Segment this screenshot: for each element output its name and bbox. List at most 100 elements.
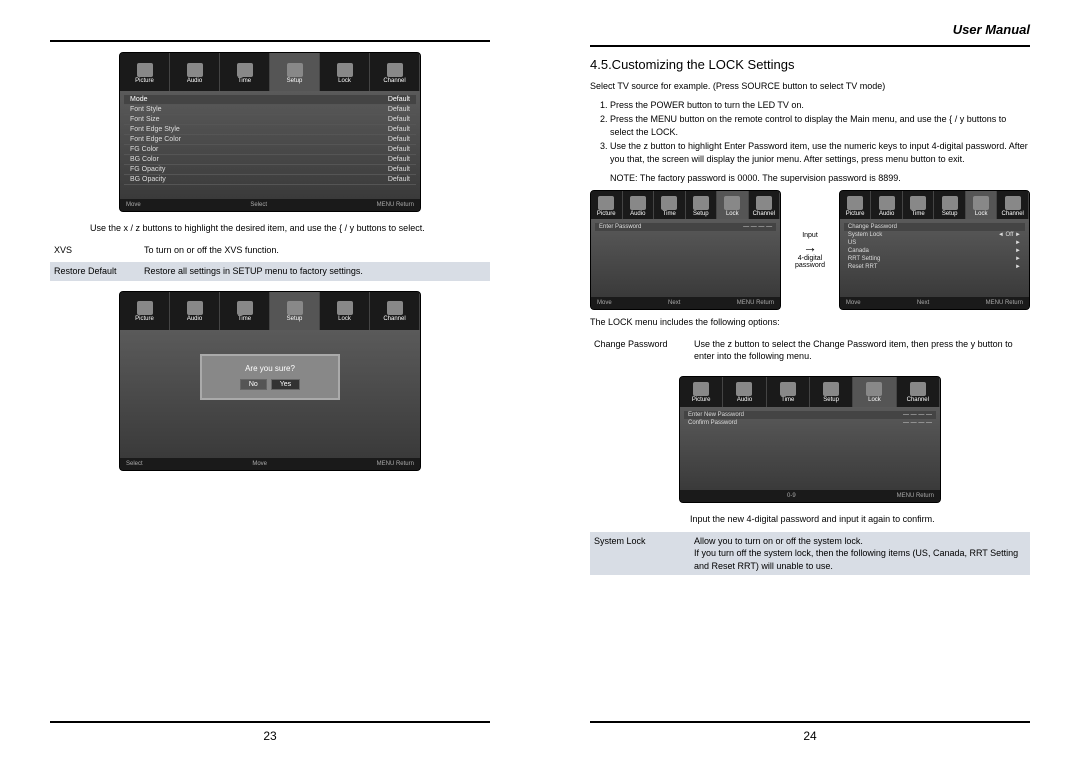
tv-body: Are you sure? No Yes [120,330,420,458]
tv-row: Font Edge StyleDefault [124,125,416,135]
tv-tabs: Picture Audio Time Setup Lock Channel [120,292,420,330]
tab-audio: Audio [170,292,220,330]
tv-tabs: Picture Audio Time Setup Lock Channel [120,53,420,91]
tv-footer: Move Next MENU Return [840,297,1029,309]
tab-lock: Lock [320,292,370,330]
dual-screenshot: Picture Audio Time Setup Lock Channel En… [590,190,1030,310]
lock-row: Canada► [844,247,1025,255]
step-1: Press the POWER button to turn the LED T… [610,99,1030,112]
tv-icon [387,63,403,77]
tv-tabs: Picture Audio Time Setup Lock Channel [840,191,1029,219]
instruction-text: Use the x / z buttons to highlight the d… [90,222,490,235]
tv-row: Font Edge ColorDefault [124,135,416,145]
tv-body: Mode Default Font StyleDefault Font Size… [120,91,420,199]
clock-icon [237,63,253,77]
tab-time: Time [220,53,270,91]
arrow-right-icon: → [785,239,835,255]
restore-label: Restore Default [54,265,144,278]
confirm-dialog: Are you sure? No Yes [200,354,340,400]
tab-setup: Setup [270,53,320,91]
system-lock-row: System Lock Allow you to turn on or off … [590,532,1030,576]
change-password-desc: Use the z button to select the Change Pa… [694,338,1026,363]
speaker-icon [736,382,752,396]
tv-footer: Move Select MENU Return [120,199,420,211]
camera-icon [847,196,863,210]
speaker-icon [187,63,203,77]
footer-left: 23 [50,721,490,743]
enter-new-password-row: Enter New Password— — — — [684,411,936,419]
tv-footer: 0-9 MENU Return [680,490,940,502]
system-lock-label: System Lock [594,535,694,573]
tab-channel: Channel [370,292,420,330]
tab-lock: Lock [320,53,370,91]
camera-icon [598,196,614,210]
tv-body: Enter Password— — — — [591,219,780,297]
tv-icon [910,382,926,396]
dialog-text: Are you sure? [210,364,330,373]
lock-row: System Lock◄ Off ► [844,231,1025,239]
yes-button: Yes [271,379,300,390]
camera-icon [693,382,709,396]
tv-tabs: Picture Audio Time Setup Lock Channel [680,377,940,407]
step-2: Press the MENU button on the remote cont… [610,113,1030,138]
page-left: Picture Audio Time Setup Lock Channel Mo… [0,0,540,763]
confirm-password-row: Confirm Password— — — — [684,419,936,427]
footer-right: 24 [590,721,1030,743]
tv-icon [387,301,403,315]
page-right: User Manual 4.5.Customizing the LOCK Set… [540,0,1080,763]
note-text: NOTE: The factory password is 0000. The … [610,172,1030,185]
xvs-row: XVS To turn on or off the XVS function. [50,241,490,260]
lock-row: US► [844,239,1025,247]
screenshot-confirm-dialog: Picture Audio Time Setup Lock Channel Ar… [119,291,421,471]
tv-row: BG OpacityDefault [124,175,416,185]
camera-icon [137,301,153,315]
tv-icon [1005,196,1021,210]
tab-picture: Picture [120,53,170,91]
change-password-row: Change Password Use the z button to sele… [590,335,1030,366]
section-title: 4.5.Customizing the LOCK Settings [590,57,1030,72]
screenshot-new-password: Picture Audio Time Setup Lock Channel En… [679,376,941,503]
steps-list: Press the POWER button to turn the LED T… [590,99,1030,166]
header-rule-right [590,45,1030,47]
page-number-right: 24 [803,729,816,743]
confirm-text: Input the new 4-digital password and inp… [690,513,1030,526]
screenshot-enter-password: Picture Audio Time Setup Lock Channel En… [590,190,781,310]
gear-icon [942,196,958,210]
tv-header-row: Mode Default [124,95,416,105]
intro-text: Select TV source for example. (Press SOU… [590,80,1030,93]
xvs-desc: To turn on or off the XVS function. [144,244,486,257]
tab-time: Time [220,292,270,330]
gear-icon [287,63,303,77]
gear-icon [823,382,839,396]
header-title: User Manual [590,22,1030,37]
page-number-left: 23 [263,729,276,743]
lock-icon [337,301,353,315]
lock-row: RRT Setting► [844,255,1025,263]
lock-icon [724,196,740,210]
clock-icon [780,382,796,396]
tv-tabs: Picture Audio Time Setup Lock Channel [591,191,780,219]
xvs-label: XVS [54,244,144,257]
tv-row: FG OpacityDefault [124,165,416,175]
camera-icon [137,63,153,77]
gear-icon [287,301,303,315]
header-rule-left [50,40,490,42]
speaker-icon [879,196,895,210]
tab-audio: Audio [170,53,220,91]
enter-password-row: Enter Password— — — — [595,223,776,231]
gear-icon [693,196,709,210]
restore-desc: Restore all settings in SETUP menu to fa… [144,265,486,278]
tv-row: BG ColorDefault [124,155,416,165]
lock-row: Change Password [844,223,1025,231]
tab-channel: Channel [370,53,420,91]
tab-setup: Setup [270,292,320,330]
system-lock-desc: Allow you to turn on or off the system l… [694,535,1026,573]
change-password-label: Change Password [594,338,694,363]
tab-picture: Picture [120,292,170,330]
speaker-icon [630,196,646,210]
tv-body: Enter New Password— — — — Confirm Passwo… [680,407,940,490]
lock-icon [973,196,989,210]
tv-footer: Move Next MENU Return [591,297,780,309]
tv-row: Font StyleDefault [124,105,416,115]
screenshot-lock-menu: Picture Audio Time Setup Lock Channel Ch… [839,190,1030,310]
